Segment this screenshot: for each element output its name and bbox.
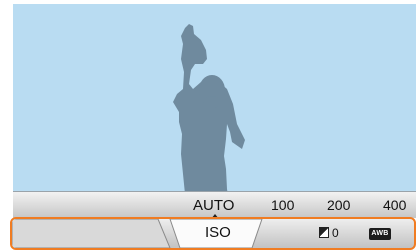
iso-value-scale[interactable]: AUTO 100 200 400	[13, 191, 416, 219]
iso-option-400[interactable]: 400	[383, 198, 406, 213]
exposure-compensation-icon	[319, 227, 329, 238]
viewfinder-preview	[13, 4, 416, 215]
child-silhouette	[173, 24, 245, 215]
tab-iso[interactable]: ISO	[205, 224, 231, 241]
camera-screen: AUTO 100 200 400 ISO 0 AWB	[0, 0, 416, 252]
iso-option-200[interactable]: 200	[327, 198, 350, 213]
ev-value: 0	[332, 226, 339, 240]
function-menu-bar: ISO 0 AWB	[10, 217, 416, 250]
iso-option-100[interactable]: 100	[271, 198, 294, 213]
auto-white-balance-icon[interactable]: AWB	[369, 228, 391, 240]
iso-option-auto[interactable]: AUTO	[193, 198, 234, 213]
